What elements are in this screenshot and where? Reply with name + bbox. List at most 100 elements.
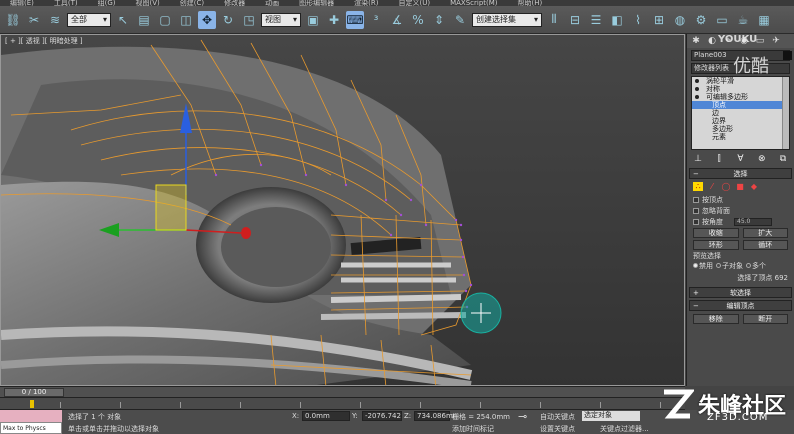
percent-snap-icon[interactable]: %	[409, 11, 427, 29]
shrink-button[interactable]: 收缩	[693, 228, 739, 238]
x-coord-field[interactable]: 0.0mm	[302, 411, 350, 421]
reference-coord-dropdown[interactable]: 视图 ▾	[261, 12, 301, 27]
keyframe-marker[interactable]	[30, 400, 34, 408]
gizmo-plane-handle[interactable]	[155, 184, 187, 231]
keyboard-shortcut-icon[interactable]: ⌨	[346, 10, 364, 29]
layer-manager-icon[interactable]: ☰	[587, 11, 605, 29]
stack-item-symmetry[interactable]: 对称	[692, 85, 789, 93]
auto-key-button[interactable]: 自动关键点	[540, 412, 575, 422]
selection-filter-dropdown[interactable]: 全部 ▾	[67, 12, 111, 27]
preview-subobject-radio[interactable]: 子对象	[716, 261, 743, 271]
grow-button[interactable]: 扩大	[742, 228, 788, 238]
graphite-tools-icon[interactable]: ◧	[608, 11, 626, 29]
angle-spinner[interactable]: 45.0	[734, 217, 772, 226]
gizmo-x-arrow[interactable]	[241, 227, 251, 239]
set-key-button[interactable]: 设置关键点	[540, 424, 575, 434]
edit-vertices-rollout-header[interactable]: − 编辑顶点	[689, 300, 792, 311]
render-iterative-icon[interactable]: ▦	[755, 11, 773, 29]
edit-named-sel-icon[interactable]: ✎	[451, 11, 469, 29]
radio-dot[interactable]	[693, 263, 698, 268]
align-icon[interactable]: ⊟	[566, 11, 584, 29]
named-selection-dropdown[interactable]: 创建选择集 ▾	[472, 12, 542, 27]
pivot-center-icon[interactable]: ▣	[304, 11, 322, 29]
mirror-icon[interactable]: ⫴	[545, 11, 563, 29]
radio-dot[interactable]	[746, 263, 751, 268]
key-set-dropdown[interactable]: 选定对象	[582, 411, 640, 421]
maxscript-listener-line[interactable]	[0, 410, 62, 422]
preview-subobject-label: 子对象	[722, 262, 743, 270]
angle-snap-icon[interactable]: ∡	[388, 11, 406, 29]
stack-item-polygon[interactable]: 多边形	[692, 125, 789, 133]
time-slider[interactable]: 0 / 100	[4, 388, 64, 397]
material-editor-icon[interactable]: ◍	[671, 11, 689, 29]
rect-selection-icon[interactable]: ▢	[156, 11, 174, 29]
viewport-label[interactable]: [ + ][ 透视 ][ 明暗处理 ]	[5, 36, 83, 46]
ring-button[interactable]: 环形	[693, 240, 739, 250]
rotate-icon[interactable]: ↻	[219, 11, 237, 29]
stack-item-edge[interactable]: 边	[692, 109, 789, 117]
checkbox-box[interactable]	[693, 196, 699, 203]
add-time-tag-button[interactable]: 添加时间标记	[452, 424, 494, 434]
unlink-icon[interactable]: ✂	[25, 11, 43, 29]
render-icon[interactable]: ☕	[734, 11, 752, 29]
break-button[interactable]: 断开	[742, 314, 788, 324]
key-icon[interactable]: ⊸	[518, 410, 527, 423]
render-setup-icon[interactable]: ⚙	[692, 11, 710, 29]
schematic-view-icon[interactable]: ⊞	[650, 11, 668, 29]
rendered-frame-icon[interactable]: ▭	[713, 11, 731, 29]
modify-tab-icon[interactable]: ◐	[705, 35, 719, 47]
by-vertex-checkbox[interactable]: 按顶点	[687, 194, 794, 205]
y-coord-field[interactable]: -2076.742	[362, 411, 402, 421]
bulb-icon[interactable]	[695, 79, 699, 83]
bulb-icon[interactable]	[695, 87, 699, 91]
stack-item-border[interactable]: 边界	[692, 117, 789, 125]
edge-level-icon[interactable]: ⁄	[707, 182, 717, 191]
show-end-result-icon[interactable]: ⫿	[712, 154, 726, 164]
collapse-icon[interactable]	[695, 95, 699, 99]
snap-toggle-icon[interactable]: ³	[367, 11, 385, 29]
configure-sets-icon[interactable]: ⧉	[776, 154, 790, 164]
selection-rollout-header[interactable]: − 选择	[689, 168, 792, 179]
link-icon[interactable]: ⛓	[4, 11, 22, 29]
perspective-viewport[interactable]: [ + ][ 透视 ][ 明暗处理 ]	[0, 34, 685, 386]
maxscript-mini-listener[interactable]: Max to Physcs	[0, 422, 62, 434]
border-level-icon[interactable]: ◯	[721, 182, 731, 191]
scale-icon[interactable]: ◳	[240, 11, 258, 29]
modifier-stack[interactable]: 涡轮平滑 对称 可编辑多边形 顶点 边 边界 多边形 元素	[691, 76, 790, 150]
checkbox-box[interactable]	[693, 218, 699, 225]
stack-item-editable-poly[interactable]: 可编辑多边形	[692, 93, 789, 101]
z-coord-field[interactable]: 734.086mr	[414, 411, 456, 421]
loop-button[interactable]: 循环	[742, 240, 788, 250]
preview-off-radio[interactable]: 禁用	[693, 261, 713, 271]
create-tab-icon[interactable]: ✱	[689, 35, 703, 47]
move-icon[interactable]: ✥	[198, 10, 216, 29]
vertex-level-icon[interactable]: ∴	[693, 182, 703, 191]
utilities-tab-icon[interactable]: ✈	[769, 35, 783, 47]
stack-item-turbosmooth[interactable]: 涡轮平滑	[692, 77, 789, 85]
preview-multi-radio[interactable]: 多个	[746, 261, 766, 271]
ignore-backfacing-checkbox[interactable]: 忽略背面	[687, 205, 794, 216]
window-crossing-icon[interactable]: ◫	[177, 11, 195, 29]
stack-item-element[interactable]: 元素	[692, 133, 789, 141]
select-object-icon[interactable]: ↖	[114, 11, 132, 29]
object-color-swatch[interactable]	[783, 51, 792, 60]
bind-spacewarp-icon[interactable]: ≋	[46, 11, 64, 29]
by-angle-checkbox[interactable]: 按角度 45.0	[687, 216, 794, 227]
checkbox-box[interactable]	[693, 207, 699, 214]
select-manipulate-icon[interactable]: ✚	[325, 11, 343, 29]
radio-dot[interactable]	[716, 263, 721, 268]
spinner-snap-icon[interactable]: ⇕	[430, 11, 448, 29]
pin-stack-icon[interactable]: ⊥	[691, 154, 705, 164]
key-filters-button[interactable]: 关键点过滤器...	[600, 424, 649, 434]
track-bar[interactable]	[0, 398, 685, 410]
stack-scrollbar[interactable]	[782, 77, 789, 149]
element-level-icon[interactable]: ◆	[749, 182, 759, 191]
soft-selection-rollout-header[interactable]: + 软选择	[689, 287, 792, 298]
curve-editor-icon[interactable]: ⌇	[629, 11, 647, 29]
polygon-level-icon[interactable]: ■	[735, 182, 745, 191]
remove-modifier-icon[interactable]: ⊗	[755, 154, 769, 164]
make-unique-icon[interactable]: ∀	[734, 154, 748, 164]
stack-item-vertex[interactable]: 顶点	[692, 101, 789, 109]
remove-button[interactable]: 移除	[693, 314, 739, 324]
select-by-name-icon[interactable]: ▤	[135, 11, 153, 29]
